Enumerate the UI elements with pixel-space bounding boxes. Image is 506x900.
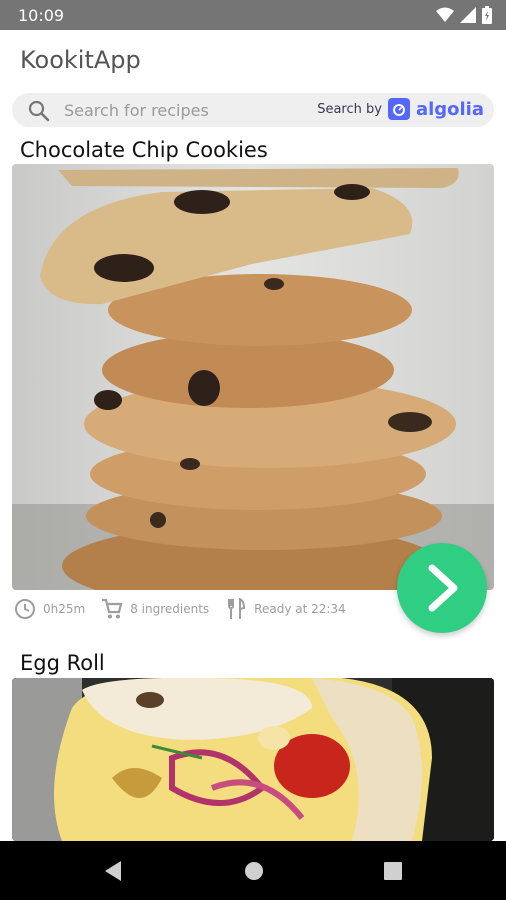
- recipe-title[interactable]: Chocolate Chip Cookies: [20, 138, 268, 162]
- signal-icon: [460, 7, 476, 23]
- cookie-stack-image: [12, 164, 494, 590]
- battery-icon: [482, 6, 492, 24]
- algolia-brand: algolia: [415, 98, 484, 120]
- navigation-bar: [0, 841, 506, 900]
- status-icons: [436, 6, 492, 24]
- recents-icon[interactable]: [382, 859, 404, 883]
- ingredients-label: 8 ingredients: [130, 602, 210, 616]
- status-time: 10:09: [18, 6, 65, 25]
- clock-icon: [15, 599, 35, 619]
- app-title: KookitApp: [20, 46, 141, 74]
- recipe-title[interactable]: Egg Roll: [20, 651, 105, 675]
- duration: 0h25m: [14, 598, 85, 620]
- open-recipe-button[interactable]: [397, 543, 487, 633]
- egg-roll-image: [12, 678, 494, 841]
- wifi-icon: [436, 7, 454, 22]
- chevron-right-icon: [428, 564, 458, 612]
- recipe-image[interactable]: [12, 164, 494, 590]
- status-bar: 10:09: [0, 0, 506, 30]
- back-icon[interactable]: [101, 859, 123, 883]
- cart-icon: [102, 598, 123, 619]
- recipe-meta: 0h25m 8 ingredients Ready at 22:34: [14, 598, 346, 620]
- search-by-algolia[interactable]: Search by algolia: [317, 98, 484, 120]
- fork-knife-icon: [228, 598, 246, 619]
- search-icon: [28, 100, 50, 122]
- algolia-logo-icon: [387, 98, 410, 120]
- ready-time: Ready at 22:34: [225, 598, 346, 620]
- search-bar[interactable]: Search by algolia: [12, 93, 494, 127]
- ingredients: 8 ingredients: [101, 598, 209, 620]
- search-by-label: Search by: [317, 101, 382, 117]
- ready-time-label: Ready at 22:34: [254, 602, 346, 616]
- recipe-image[interactable]: [12, 678, 494, 841]
- home-icon[interactable]: [243, 859, 265, 883]
- duration-label: 0h25m: [43, 602, 86, 616]
- search-input[interactable]: [64, 93, 304, 127]
